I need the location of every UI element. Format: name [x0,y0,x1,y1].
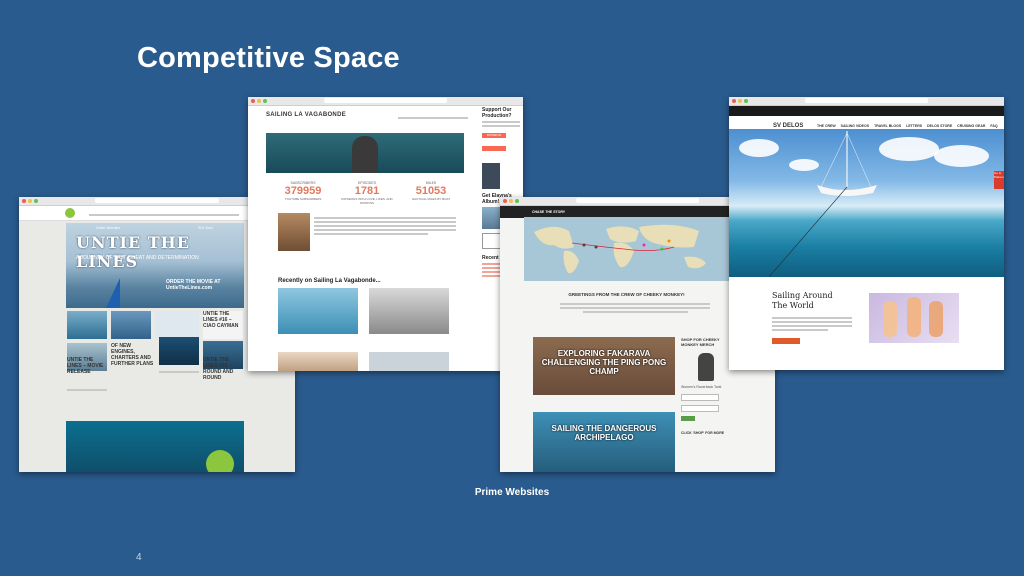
route-map[interactable] [524,217,729,281]
post-title-4[interactable]: UNTIE THE LINES #18 – ROUND AND ROUND [203,357,243,381]
site-logo[interactable]: SAILING LA VAGABONDE [266,112,346,118]
shop-widget: SHOP FOR CHEEKY MONKEY MERCH Women's Rac… [681,337,731,436]
nav-item-videos[interactable]: SAILING VIDEOS [841,124,869,128]
stat-miles: MILES 51053 NAUTICAL MILES BY BOAT [398,181,464,201]
recent-heading: Recently on Sailing La Vagabonde... [278,278,381,284]
post-thumb-2[interactable] [111,311,151,339]
about-photo [278,213,310,251]
patreon-button[interactable]: PATREON [482,133,506,138]
post-thumb-3[interactable] [155,311,199,339]
post-fakarava[interactable]: EXPLORING FAKARAVA CHALLENGING THE PING … [533,337,675,395]
nav-item-store[interactable]: DELOS STORE [927,124,952,128]
browser-chrome [729,97,1004,106]
hero-banner: Untie Worden S/V Karl UNTIE THE LINES A … [66,223,244,308]
page-number: 4 [136,552,142,563]
nav-item-gear[interactable]: CRUISING GEAR [957,124,985,128]
la-vagabonde-screenshot: SAILING LA VAGABONDE SUBSCRIBERS 379959 … [248,97,523,371]
post-title: EXPLORING FAKARAVA CHALLENGING THE PING … [541,349,667,376]
stat-sub: YOUTUBE SUBSCRIBERS [284,197,322,201]
browser-chrome [248,97,523,106]
donate-tab[interactable]: Go to Patreon [994,171,1004,189]
slide-title: Competitive Space [137,42,400,74]
album-image[interactable] [482,163,500,189]
recent-thumb-1[interactable] [278,288,358,334]
hero-title: UNTIE THE LINES [76,233,190,271]
stat-sub: NAUTICAL MILES BY BOAT [411,197,451,201]
read-more-button[interactable] [772,338,800,344]
shop-select[interactable] [681,394,719,401]
hero-image: Go to Patreon [729,129,1004,277]
tank-top-image[interactable] [698,353,714,381]
post-archipelago[interactable]: SAILING THE DANGEROUS ARCHIPELAGO [533,412,675,472]
stat-subscribers: SUBSCRIBERS 379959 YOUTUBE SUBSCRIBERS [270,181,336,201]
diver-image [352,136,378,173]
post-title-1[interactable]: UNTIE THE LINES – MOVIE RELEASE [67,357,107,375]
post-title-2[interactable]: OF NEW ENGINES, CHARTERS AND FURTHER PLA… [111,343,155,367]
recent-thumb-3[interactable] [278,352,358,371]
shop-select[interactable] [681,405,719,412]
shop-footer[interactable]: CLICK 'SHOP' FOR MORE [681,431,731,436]
stat-value: 1781 [354,185,380,197]
recent-thumb-4[interactable] [369,352,449,371]
sailboat-icon [768,131,877,277]
post-thumb-6[interactable] [159,337,199,365]
shop-item: Women's Racerback Tank [681,385,722,389]
world-map-icon [534,224,706,274]
post-title: SAILING THE DANGEROUS ARCHIPELAGO [551,424,657,442]
untie-badge [206,450,234,472]
section-heading: Sailing Around The World [772,291,833,310]
hero-subtitle: A JOURNEY OF SALT SWEAT AND DETERMINATIO… [76,255,199,261]
sidebar-support: Support Our Production? [482,107,512,119]
recent-thumb-2[interactable] [369,288,449,334]
hero-banner [266,133,464,173]
stat-sub: PATREONS WITH LOVE, LIKES, AND PATRONS [341,197,393,205]
nav-item-faq[interactable]: FAQ [990,124,997,128]
post-title-3[interactable]: UNTIE THE LINES #16 – CIAO CAYMAN [203,311,243,329]
hero-right-tag: S/V Karl [198,225,213,230]
sv-delos-screenshot: SV DELOS THE CREW SAILING VIDEOS TRAVEL … [729,97,1004,370]
nav-item-letters[interactable]: LETTERS [906,124,922,128]
nav-item-blogs[interactable]: TRAVEL BLOGS [874,124,901,128]
about-text [314,215,456,237]
greeting-heading: GREETINGS FROM THE CREW OF CHEEKY MONKEY… [568,292,685,297]
stat-episodes: EPISODES 1781 PATREONS WITH LOVE, LIKES,… [334,181,400,205]
site-nav [398,117,468,119]
hero-left-tag: Untie Worden [96,225,121,230]
nav-item-crew[interactable]: THE CREW [817,124,836,128]
buy-button[interactable] [681,416,695,421]
hero-cta: ORDER THE MOVIE AT UntieTheLines.com [166,279,221,291]
site-logo [65,208,75,218]
social-bar [729,106,1004,116]
stat-value: 51053 [415,185,447,197]
slide-caption: Prime Websites [474,487,550,498]
bottom-banner [66,421,244,472]
sail-shape [106,278,120,308]
shop-heading: SHOP FOR CHEEKY MONKEY MERCH [681,337,720,347]
stat-value: 379959 [284,185,322,197]
crew-illustration [869,293,959,343]
post-thumb-1[interactable] [67,311,107,339]
